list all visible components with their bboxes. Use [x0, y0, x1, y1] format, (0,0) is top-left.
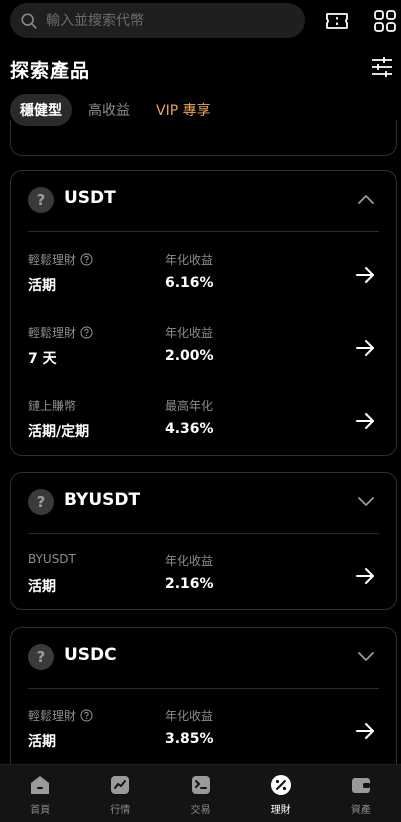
coin-name: BYUSDT — [64, 490, 141, 510]
percent-icon — [270, 775, 291, 795]
nav-home[interactable]: 首頁 — [0, 765, 80, 822]
trade-icon — [191, 776, 210, 794]
filter-icon[interactable] — [369, 54, 395, 80]
top-bar — [0, 0, 401, 44]
product-row[interactable]: BYUSDT 活期 年化收益 2.16% — [11, 546, 396, 602]
rate-label: 最高年化 — [165, 399, 214, 413]
help-icon[interactable] — [80, 709, 93, 722]
product-type: 輕鬆理財 — [28, 251, 93, 268]
help-icon[interactable] — [80, 326, 93, 339]
chevron-up-icon[interactable] — [356, 191, 376, 207]
nav-earn[interactable]: 理財 — [241, 765, 321, 822]
bottom-navigation: 首頁 行情 交易 理財 資產 — [0, 764, 401, 822]
product-term: 7 天 — [28, 351, 57, 367]
search-input[interactable] — [46, 12, 286, 29]
apps-grid-icon[interactable] — [372, 8, 398, 34]
divider — [28, 533, 379, 534]
nav-markets[interactable]: 行情 — [80, 765, 160, 822]
help-icon[interactable] — [80, 253, 93, 266]
coin-name: USDT — [64, 188, 116, 208]
previous-card-edge — [10, 120, 397, 156]
card-header[interactable]: ? BYUSDT — [11, 473, 396, 531]
rate-label: 年化收益 — [165, 326, 214, 340]
product-type-label: 輕鬆理財 — [28, 253, 77, 267]
product-term: 活期 — [28, 579, 56, 595]
page-title: 探索產品 — [10, 60, 91, 82]
chevron-down-icon[interactable] — [356, 493, 376, 509]
arrow-right-icon[interactable] — [354, 410, 376, 432]
product-type-label: 輕鬆理財 — [28, 709, 77, 723]
wallet-icon — [351, 778, 370, 793]
product-type: 輕鬆理財 — [28, 324, 93, 341]
arrow-right-icon[interactable] — [354, 264, 376, 286]
arrow-right-icon[interactable] — [354, 720, 376, 742]
coin-name: USDC — [64, 645, 117, 665]
nav-label: 交易 — [190, 805, 211, 816]
coupon-icon[interactable] — [324, 8, 350, 34]
product-row[interactable]: 輕鬆理財 7 天 年化收益 2.00% — [11, 318, 396, 374]
product-type: 鏈上賺幣 — [28, 397, 76, 414]
product-type: BYUSDT — [28, 552, 76, 566]
nav-label: 行情 — [110, 805, 131, 816]
nav-label: 資產 — [350, 805, 371, 816]
product-row[interactable]: 輕鬆理財 活期 年化收益 3.85% — [11, 701, 396, 757]
arrow-right-icon[interactable] — [354, 337, 376, 359]
chart-icon — [111, 776, 130, 794]
product-type-label: BYUSDT — [28, 552, 76, 566]
divider — [28, 688, 379, 689]
nav-assets[interactable]: 資產 — [321, 765, 401, 822]
coin-placeholder-icon: ? — [28, 644, 54, 670]
rate-value: 3.85% — [165, 731, 214, 747]
nav-label: 理財 — [270, 805, 291, 816]
divider — [28, 231, 379, 232]
product-card-usdc: ? USDC 輕鬆理財 活期 年化收益 3.85% — [10, 627, 397, 777]
rate-value: 4.36% — [165, 421, 214, 437]
rate-value: 2.00% — [165, 348, 214, 364]
product-card-usdt: ? USDT 輕鬆理財 活期 年化收益 6.16% 輕鬆理財 7 天 年化收益 … — [10, 170, 397, 456]
rate-label: 年化收益 — [165, 554, 214, 568]
product-type: 輕鬆理財 — [28, 707, 93, 724]
product-row[interactable]: 鏈上賺幣 活期/定期 最高年化 4.36% — [11, 391, 396, 447]
chevron-down-icon[interactable] — [356, 648, 376, 664]
nav-label: 首頁 — [30, 805, 51, 816]
card-header[interactable]: ? USDC — [11, 628, 396, 686]
search-icon — [21, 12, 37, 29]
product-type-label: 鏈上賺幣 — [28, 399, 77, 413]
rate-value: 6.16% — [165, 275, 214, 291]
product-type-label: 輕鬆理財 — [28, 326, 77, 340]
product-term: 活期 — [28, 278, 56, 294]
rate-value: 2.16% — [165, 576, 214, 592]
product-row[interactable]: 輕鬆理財 活期 年化收益 6.16% — [11, 245, 396, 301]
product-term: 活期/定期 — [28, 424, 90, 440]
nav-trade[interactable]: 交易 — [160, 765, 240, 822]
home-icon — [31, 776, 50, 794]
rate-label: 年化收益 — [165, 253, 214, 267]
coin-placeholder-icon: ? — [28, 489, 54, 515]
arrow-right-icon[interactable] — [354, 565, 376, 587]
product-term: 活期 — [28, 734, 56, 750]
rate-label: 年化收益 — [165, 709, 214, 723]
card-header[interactable]: ? USDT — [11, 171, 396, 229]
coin-placeholder-icon: ? — [28, 187, 54, 213]
product-card-byusdt: ? BYUSDT BYUSDT 活期 年化收益 2.16% — [10, 472, 397, 610]
search-box[interactable] — [10, 3, 305, 38]
section-header: 探索產品 — [10, 54, 395, 84]
